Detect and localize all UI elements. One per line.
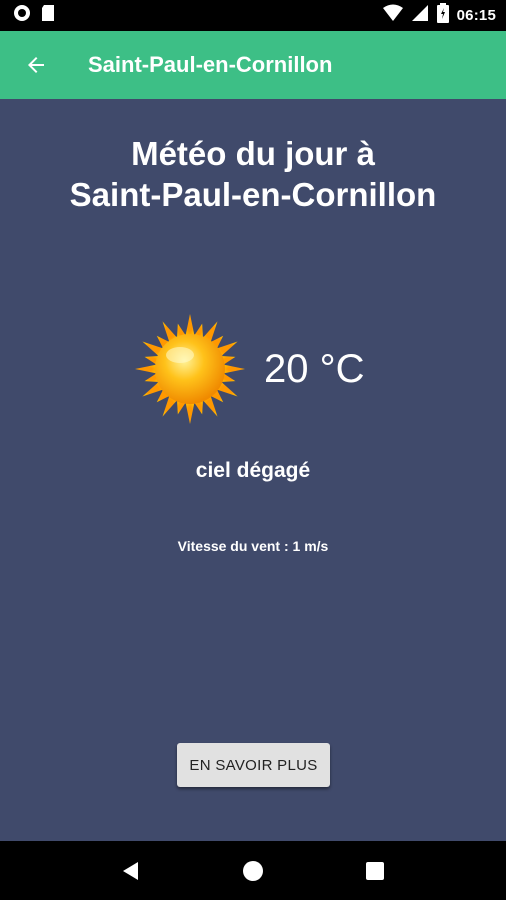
recents-square-icon	[366, 861, 384, 880]
weather-summary: 20 °C	[134, 313, 365, 425]
arrow-left-icon	[28, 57, 44, 73]
weather-condition: ciel dégagé	[195, 459, 311, 482]
battery-icon	[436, 3, 449, 28]
learn-more-button[interactable]: EN SAVOIR PLUS	[177, 743, 330, 787]
wifi-icon	[382, 4, 403, 27]
status-time: 06:15	[456, 7, 496, 24]
sun-ray	[185, 314, 195, 336]
status-left	[12, 3, 56, 28]
nav-recents-button[interactable]	[355, 851, 395, 891]
home-circle-icon	[243, 860, 263, 881]
status-bar: 06:15	[0, 0, 506, 31]
back-triangle-icon	[123, 861, 138, 880]
nav-back-button[interactable]	[111, 851, 151, 891]
sun-ray	[223, 364, 245, 374]
sun-ray	[185, 402, 195, 424]
nav-home-button[interactable]	[233, 851, 273, 891]
main-content: Météo du jour à Saint-Paul-en-Cornillon …	[0, 99, 506, 841]
page-title: Météo du jour à Saint-Paul-en-Cornillon	[0, 133, 506, 215]
navigation-bar	[0, 841, 506, 900]
wind-speed: Vitesse du vent : 1 m/s	[177, 538, 329, 554]
status-right: 06:15	[382, 3, 496, 28]
page-title-line2: Saint-Paul-en-Cornillon	[69, 176, 437, 213]
temperature-value: 20 °C	[264, 346, 365, 391]
circle-notification-icon	[12, 3, 32, 28]
sd-card-icon	[40, 3, 56, 28]
app-bar: Saint-Paul-en-Cornillon	[0, 31, 506, 99]
signal-icon	[411, 4, 429, 27]
page-title-line1: Météo du jour à	[131, 135, 375, 172]
sun-ray	[135, 364, 157, 374]
back-button[interactable]	[18, 47, 54, 83]
app-title: Saint-Paul-en-Cornillon	[88, 52, 333, 77]
sun-icon	[135, 314, 245, 424]
